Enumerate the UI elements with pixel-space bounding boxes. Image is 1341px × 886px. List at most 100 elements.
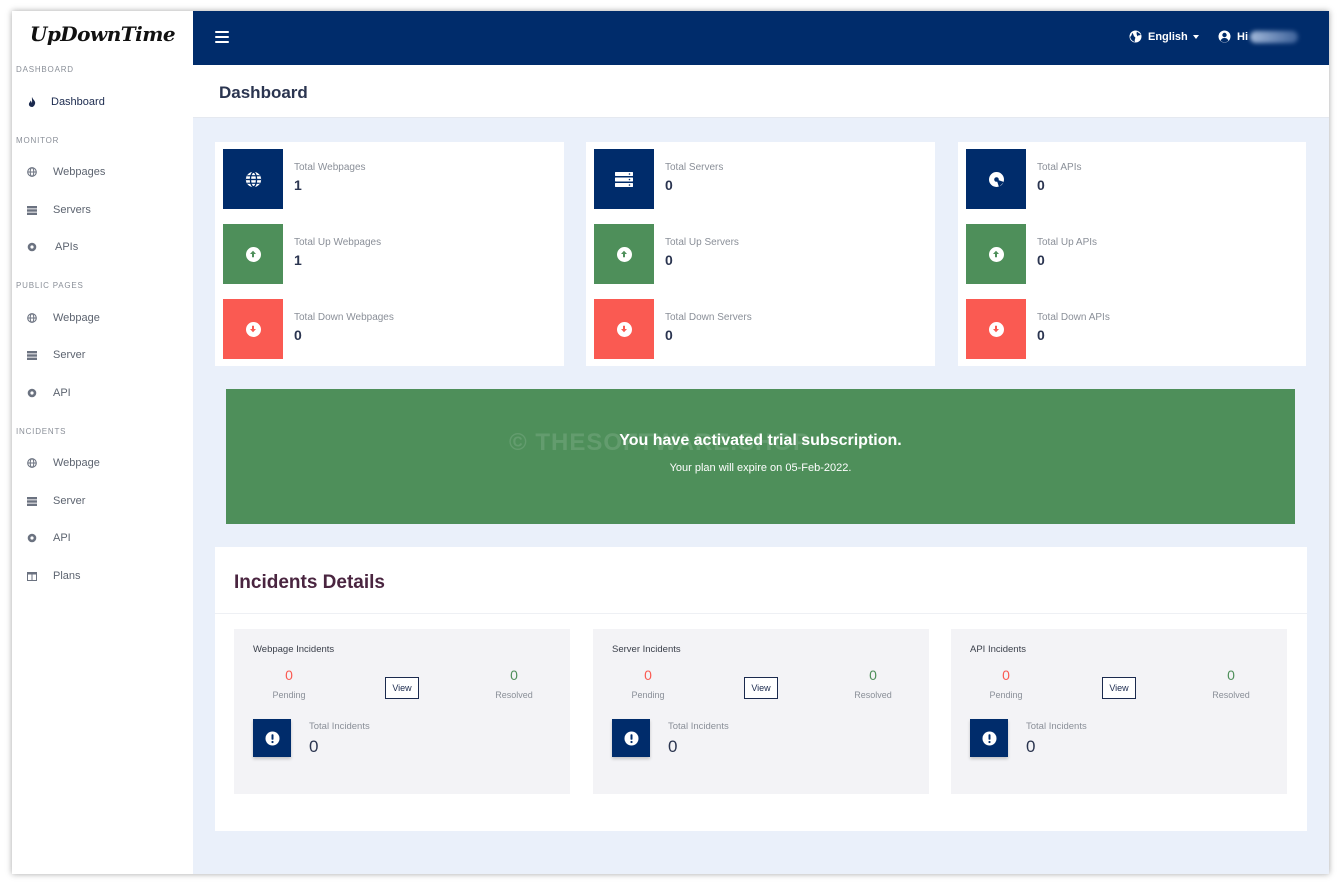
sidebar-item-incident-api[interactable]: API bbox=[12, 523, 193, 553]
pending-label: Pending bbox=[631, 690, 665, 700]
stat-total-webpages[interactable]: Total Webpages 1 bbox=[223, 149, 553, 209]
divider bbox=[215, 613, 1307, 614]
resolved-label: Resolved bbox=[1212, 690, 1250, 700]
stat-label: Total APIs bbox=[1037, 162, 1082, 173]
view-webpage-incidents-button[interactable]: View bbox=[385, 677, 419, 699]
incident-card-title: Webpage Incidents bbox=[253, 644, 335, 655]
sidebar-item-dashboard[interactable]: Dashboard bbox=[12, 87, 193, 117]
arrow-up-circle-icon bbox=[966, 224, 1026, 284]
sidebar-item-public-api[interactable]: API bbox=[12, 378, 193, 408]
sidebar-item-label: Plans bbox=[53, 570, 81, 582]
sidebar-item-label: Dashboard bbox=[51, 96, 105, 108]
sidebar-item-public-server[interactable]: Server bbox=[12, 340, 193, 370]
pending-label: Pending bbox=[272, 690, 306, 700]
incidents-heading: Incidents Details bbox=[234, 572, 385, 593]
section-title-incidents: INCIDENTS bbox=[16, 427, 67, 436]
incidents-panel: Incidents Details Webpage Incidents 0 Pe… bbox=[215, 547, 1307, 831]
stat-up-servers[interactable]: Total Up Servers 0 bbox=[594, 224, 924, 284]
stat-down-webpages[interactable]: Total Down Webpages 0 bbox=[223, 299, 553, 359]
globe-icon bbox=[25, 311, 39, 325]
banner-title: You have activated trial subscription. bbox=[619, 432, 902, 449]
language-dropdown[interactable]: English bbox=[1129, 30, 1199, 43]
api-icon bbox=[966, 149, 1026, 209]
stat-value: 1 bbox=[294, 177, 302, 193]
server-icon bbox=[25, 348, 39, 362]
section-title-monitor: MONITOR bbox=[16, 136, 60, 145]
total-incidents-label: Total Incidents bbox=[668, 721, 729, 732]
stat-value: 0 bbox=[294, 327, 302, 343]
sidebar-item-incident-webpage[interactable]: Webpage bbox=[12, 448, 193, 478]
stat-total-servers[interactable]: Total Servers 0 bbox=[594, 149, 924, 209]
app-logo[interactable]: UpDownTime bbox=[12, 11, 193, 56]
server-icon bbox=[25, 203, 39, 217]
stat-down-servers[interactable]: Total Down Servers 0 bbox=[594, 299, 924, 359]
exclamation-circle-icon bbox=[612, 719, 650, 757]
stat-down-apis[interactable]: Total Down APIs 0 bbox=[966, 299, 1296, 359]
incident-card-title: Server Incidents bbox=[612, 644, 681, 655]
app-window: UpDownTime DASHBOARD Dashboard MONITOR W… bbox=[12, 11, 1329, 874]
apis-stats-card: Total APIs 0 Total Up APIs 0 Total Down … bbox=[958, 142, 1306, 366]
api-icon bbox=[25, 240, 39, 254]
exclamation-circle-icon bbox=[970, 719, 1008, 757]
sidebar-item-public-webpage[interactable]: Webpage bbox=[12, 303, 193, 333]
view-server-incidents-button[interactable]: View bbox=[744, 677, 778, 699]
language-label: English bbox=[1148, 30, 1188, 43]
stat-value: 0 bbox=[1037, 252, 1045, 268]
total-incidents-label: Total Incidents bbox=[1026, 721, 1087, 732]
webpages-stats-card: Total Webpages 1 Total Up Webpages 1 Tot… bbox=[215, 142, 564, 366]
stat-label: Total Webpages bbox=[294, 162, 366, 173]
arrow-up-circle-icon bbox=[594, 224, 654, 284]
stat-up-webpages[interactable]: Total Up Webpages 1 bbox=[223, 224, 553, 284]
arrow-down-circle-icon bbox=[223, 299, 283, 359]
total-incidents-value: 0 bbox=[309, 737, 319, 756]
resolved-label: Resolved bbox=[495, 690, 533, 700]
stat-value: 0 bbox=[1037, 327, 1045, 343]
server-incidents-card: Server Incidents 0 Pending View 0 Resolv… bbox=[593, 629, 929, 794]
section-title-dashboard: DASHBOARD bbox=[16, 65, 74, 74]
sidebar-item-apis[interactable]: APIs bbox=[12, 232, 193, 262]
stat-value: 0 bbox=[665, 252, 673, 268]
sidebar: UpDownTime DASHBOARD Dashboard MONITOR W… bbox=[12, 11, 193, 874]
menu-toggle-icon[interactable] bbox=[215, 31, 229, 43]
pending-count: 0 bbox=[285, 667, 293, 683]
sidebar-item-label: Servers bbox=[53, 204, 91, 216]
view-api-incidents-button[interactable]: View bbox=[1102, 677, 1136, 699]
caret-down-icon bbox=[1192, 34, 1199, 39]
page-title: Dashboard bbox=[219, 83, 308, 102]
stat-label: Total Up APIs bbox=[1037, 237, 1098, 248]
total-incidents-value: 0 bbox=[1026, 737, 1036, 756]
sidebar-item-label: APIs bbox=[55, 241, 79, 253]
pending-count: 0 bbox=[644, 667, 652, 683]
servers-stats-card: Total Servers 0 Total Up Servers 0 Total… bbox=[586, 142, 935, 366]
sidebar-item-servers[interactable]: Servers bbox=[12, 195, 193, 225]
banner-subtitle: Your plan will expire on 05-Feb-2022. bbox=[669, 462, 852, 474]
sidebar-item-label: Webpages bbox=[53, 166, 106, 178]
sidebar-item-incident-server[interactable]: Server bbox=[12, 486, 193, 516]
sidebar-item-label: Server bbox=[53, 495, 86, 507]
stat-total-apis[interactable]: Total APIs 0 bbox=[966, 149, 1296, 209]
stat-label: Total Down Servers bbox=[665, 312, 752, 323]
fire-icon bbox=[25, 95, 39, 109]
resolved-count: 0 bbox=[869, 667, 877, 683]
stat-label: Total Up Webpages bbox=[294, 237, 382, 248]
stat-up-apis[interactable]: Total Up APIs 0 bbox=[966, 224, 1296, 284]
sidebar-item-webpages[interactable]: Webpages bbox=[12, 157, 193, 187]
sidebar-item-label: API bbox=[53, 387, 71, 399]
top-navbar: English Hi bbox=[193, 11, 1329, 65]
stat-label: Total Down APIs bbox=[1037, 312, 1110, 323]
sidebar-item-plans[interactable]: Plans bbox=[12, 561, 193, 591]
exclamation-circle-icon bbox=[253, 719, 291, 757]
incident-card-title: API Incidents bbox=[970, 644, 1026, 655]
webpage-incidents-card: Webpage Incidents 0 Pending View 0 Resol… bbox=[234, 629, 570, 794]
sidebar-item-label: Webpage bbox=[53, 457, 100, 469]
resolved-label: Resolved bbox=[854, 690, 892, 700]
sidebar-item-label: API bbox=[53, 532, 71, 544]
globe-icon bbox=[1129, 30, 1142, 43]
stat-value: 1 bbox=[294, 252, 302, 268]
sidebar-item-label: Server bbox=[53, 349, 86, 361]
pending-label: Pending bbox=[989, 690, 1023, 700]
trial-subscription-banner: © THESOFTWARE.SHOP You have activated tr… bbox=[226, 389, 1295, 524]
page-header: Dashboard bbox=[193, 65, 1329, 118]
arrow-down-circle-icon bbox=[966, 299, 1026, 359]
user-menu[interactable]: Hi bbox=[1218, 30, 1298, 43]
